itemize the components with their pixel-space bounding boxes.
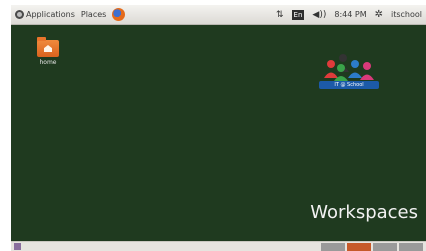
- places-menu[interactable]: Places: [79, 10, 106, 19]
- clock[interactable]: 8:44 PM: [334, 10, 366, 19]
- settings-gear-icon[interactable]: ✲: [375, 9, 383, 20]
- top-panel: Applications Places ⇅ En ◀)) 8:44 PM ✲ i…: [11, 5, 426, 25]
- keyboard-layout-indicator[interactable]: En: [291, 9, 305, 20]
- applications-label: Applications: [26, 10, 75, 19]
- logo-text: IT @ School: [334, 82, 364, 88]
- show-desktop-icon[interactable]: [14, 243, 21, 250]
- desktop-screen: Applications Places ⇅ En ◀)) 8:44 PM ✲ i…: [11, 5, 426, 251]
- user-menu[interactable]: itschool: [391, 10, 422, 19]
- firefox-launcher-icon[interactable]: [112, 8, 126, 21]
- home-folder-label: home: [39, 59, 57, 66]
- home-folder-desktop-icon[interactable]: home: [33, 37, 63, 66]
- home-folder-icon: [37, 37, 59, 57]
- places-label: Places: [80, 10, 107, 19]
- gnome-foot-icon: [15, 10, 24, 19]
- workspaces-caption: Workspaces: [310, 202, 418, 223]
- it-school-logo: IT @ School: [317, 50, 381, 92]
- volume-icon[interactable]: ◀)): [312, 10, 326, 20]
- network-arrows-icon[interactable]: ⇅: [276, 10, 284, 20]
- system-tray: ⇅ En ◀)) 8:44 PM ✲ itschool: [276, 9, 422, 20]
- house-icon: [44, 45, 52, 52]
- applications-menu[interactable]: Applications: [15, 10, 75, 19]
